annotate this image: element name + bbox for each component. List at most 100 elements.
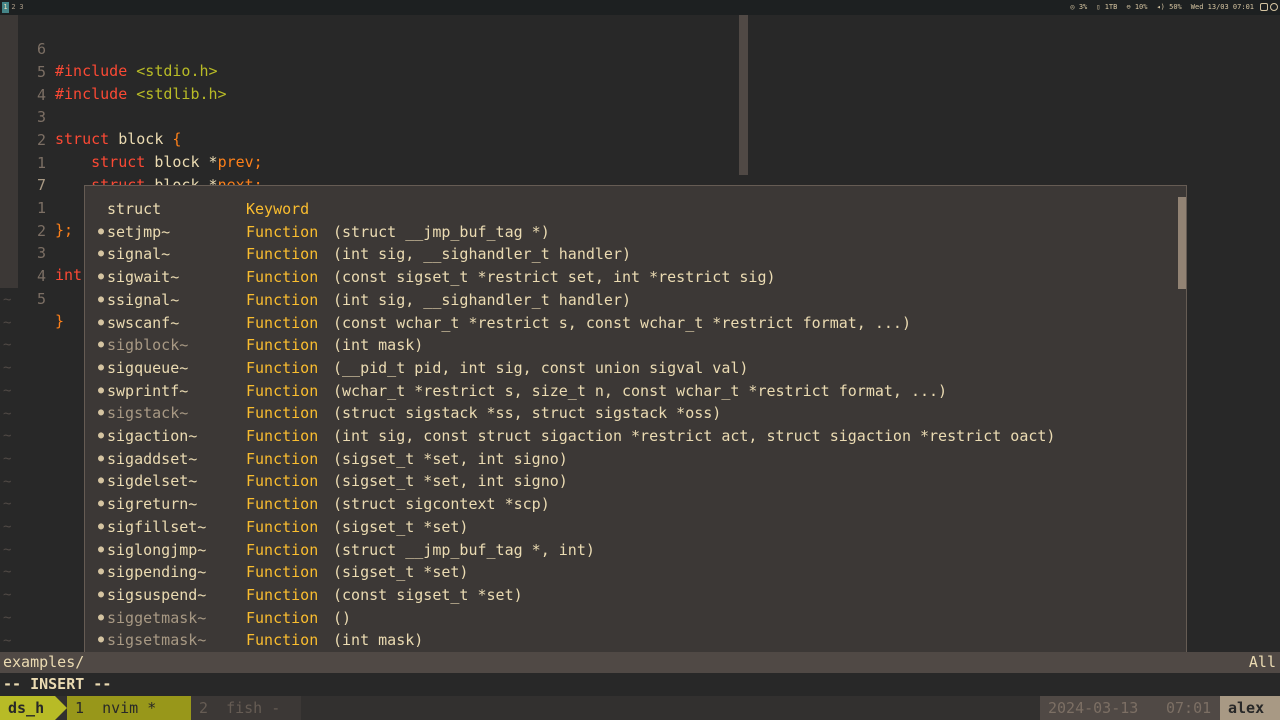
power-icon[interactable] bbox=[1270, 3, 1278, 11]
completion-word: swprintf~ bbox=[107, 381, 189, 400]
completion-item[interactable]: ● sigsuspend~ Function (const sigset_t *set… bbox=[85, 584, 1175, 607]
completion-item[interactable]: ● sigaction~ Function (int sig, const struc… bbox=[85, 425, 1175, 448]
completion-item[interactable]: ● sigaddset~ Function (sigset_t *set, int s… bbox=[85, 448, 1175, 471]
completion-signature: (sigset_t *set, int signo) bbox=[333, 472, 568, 491]
completion-signature: (sigset_t *set) bbox=[333, 563, 469, 582]
code-line[interactable]: 1 }; bbox=[0, 175, 73, 239]
completion-kind: Function bbox=[246, 495, 319, 514]
completion-kind: Function bbox=[246, 563, 319, 582]
completion-item[interactable]: ● siglongjmp~ Function (struct __jmp_buf_ta… bbox=[85, 539, 1175, 562]
completion-item[interactable]: ● sigsetmask~ Function (int mask) bbox=[85, 629, 1175, 652]
completion-kind: Function bbox=[246, 517, 319, 536]
code-line[interactable]: 5 } bbox=[0, 266, 64, 330]
completion-signature: () bbox=[333, 608, 352, 627]
code-line[interactable]: 5 #include <stdlib.h> bbox=[0, 39, 227, 103]
completion-kind: Function bbox=[246, 449, 319, 468]
tmux-date: 2024-03-13 bbox=[1040, 696, 1158, 720]
tmux-window-1[interactable]: 1 nvim * bbox=[67, 696, 191, 720]
code-line-current[interactable]: 7 size_t size; bbox=[0, 152, 200, 216]
workspace-1[interactable]: 1 bbox=[2, 2, 9, 13]
bullet-icon: ● bbox=[98, 588, 105, 600]
completion-word: sigfillset~ bbox=[107, 517, 207, 536]
split-separator bbox=[739, 15, 748, 175]
completion-item[interactable]: ● sigblock~ Function (int mask) bbox=[85, 334, 1175, 357]
tmux-session[interactable]: ds_h bbox=[0, 696, 67, 720]
completion-kind: Function bbox=[246, 336, 319, 355]
completion-list[interactable]: struct Keyword ● setjmp~ Function (struct __j… bbox=[85, 186, 1174, 660]
completion-item[interactable]: struct Keyword bbox=[85, 198, 1175, 221]
code-line[interactable]: 3 int bbox=[0, 220, 82, 284]
empty-line-tilde: ~ bbox=[3, 314, 12, 331]
completion-word: sigsetmask~ bbox=[107, 631, 207, 650]
completion-item[interactable]: ● sigdelset~ Function (sigset_t *set, int s… bbox=[85, 470, 1175, 493]
completion-signature: (int sig, __sighandler_t handler) bbox=[333, 290, 632, 309]
code-line[interactable]: 2 struct block *prev; bbox=[0, 107, 263, 171]
completion-popup[interactable]: struct Keyword ● setjmp~ Function (struct __j… bbox=[84, 185, 1187, 661]
empty-line-tilde: ~ bbox=[3, 519, 12, 535]
empty-line-tilde: ~ bbox=[3, 564, 12, 581]
code-text: }; bbox=[55, 221, 74, 239]
completion-word: sigpending~ bbox=[107, 563, 207, 582]
code-line[interactable]: 3 struct block { bbox=[0, 84, 181, 148]
completion-item[interactable]: ● setjmp~ Function (struct __jmp_buf_tag *) bbox=[85, 221, 1175, 244]
completion-item[interactable]: ● swscanf~ Function (const wchar_t *restric… bbox=[85, 312, 1175, 335]
code-line[interactable]: 6 #include <stdio.h> bbox=[0, 16, 218, 80]
completion-item[interactable]: ● sigstack~ Function (struct sigstack *ss, … bbox=[85, 402, 1175, 425]
completion-signature: (int mask) bbox=[333, 336, 424, 355]
completion-word: sigstack~ bbox=[107, 404, 189, 423]
workspace-3[interactable]: 3 bbox=[18, 2, 25, 13]
completion-item[interactable]: ● ssignal~ Function (int sig, __sighandler_… bbox=[85, 289, 1175, 312]
completion-signature: (struct sigstack *ss, struct sigstack *o… bbox=[333, 404, 722, 423]
mode-indicator: -- INSERT -- bbox=[3, 675, 112, 693]
completion-scroll-thumb[interactable] bbox=[1178, 197, 1186, 289]
code-line[interactable]: 1 struct block *next; bbox=[0, 130, 263, 194]
completion-word: setjmp~ bbox=[107, 222, 171, 241]
bullet-icon: ● bbox=[98, 452, 105, 464]
code-line[interactable]: 2 bbox=[0, 198, 46, 240]
line-number: 5 bbox=[36, 290, 46, 308]
empty-line-tilde: ~ bbox=[3, 382, 12, 399]
completion-kind: Function bbox=[246, 358, 319, 377]
completion-word: sigwait~ bbox=[107, 268, 180, 287]
completion-kind: Function bbox=[246, 290, 319, 309]
empty-line-tilde: ~ bbox=[3, 292, 12, 308]
empty-line-tilde: ~ bbox=[3, 473, 12, 490]
completion-item[interactable]: ● sigwait~ Function (const sigset_t *restri… bbox=[85, 266, 1175, 289]
workspace-2[interactable]: 2 bbox=[10, 2, 17, 13]
file-path: examples/ bbox=[3, 653, 85, 671]
tmux-window-2[interactable]: 2 fish - bbox=[191, 696, 301, 720]
completion-kind: Function bbox=[246, 585, 319, 604]
bullet-icon: ● bbox=[98, 407, 105, 419]
bullet-icon: ● bbox=[98, 248, 105, 260]
empty-line-tilde: ~ bbox=[3, 632, 12, 649]
empty-line-tilde: ~ bbox=[3, 428, 12, 445]
completion-word: sigblock~ bbox=[107, 336, 189, 355]
completion-word: siggetmask~ bbox=[107, 608, 207, 627]
bullet-icon: ● bbox=[98, 384, 105, 396]
completion-kind: Function bbox=[246, 245, 319, 264]
completion-item[interactable]: ● sigqueue~ Function (__pid_t pid, int sig,… bbox=[85, 357, 1175, 380]
completion-signature: (wchar_t *restrict s, size_t n, const wc… bbox=[333, 381, 948, 400]
code-line[interactable]: 4 bbox=[0, 243, 46, 285]
completion-item[interactable]: ● sigreturn~ Function (struct sigcontext *s… bbox=[85, 493, 1175, 516]
completion-word: sigreturn~ bbox=[107, 495, 198, 514]
completion-signature: (const sigset_t *restrict set, int *rest… bbox=[333, 268, 776, 287]
bullet-icon: ● bbox=[98, 611, 105, 623]
bullet-icon: ● bbox=[98, 475, 105, 487]
code-line[interactable]: 4 bbox=[0, 62, 46, 104]
tray-icon[interactable] bbox=[1260, 3, 1268, 11]
completion-word: signal~ bbox=[107, 245, 171, 264]
empty-line-tilde: ~ bbox=[3, 337, 12, 354]
completion-item[interactable]: ● sigpending~ Function (sigset_t *set) bbox=[85, 561, 1175, 584]
code-text: struct block { bbox=[55, 130, 182, 148]
completion-word: struct bbox=[107, 200, 162, 218]
completion-kind: Function bbox=[246, 427, 319, 445]
completion-item[interactable]: ● swprintf~ Function (wchar_t *restrict s, … bbox=[85, 380, 1175, 403]
completion-item[interactable]: ● siggetmask~ Function () bbox=[85, 607, 1175, 630]
completion-item[interactable]: ● signal~ Function (int sig, __sighandler_t… bbox=[85, 243, 1175, 266]
completion-word: sigqueue~ bbox=[107, 358, 189, 377]
completion-item[interactable]: ● sigfillset~ Function (sigset_t *set) bbox=[85, 516, 1175, 539]
completion-kind: Function bbox=[246, 222, 319, 241]
completion-kind: Function bbox=[246, 631, 319, 650]
tmux-status-bar: ds_h 1 nvim * 2 fish - 2024-03-13 07:01 … bbox=[0, 696, 1280, 720]
